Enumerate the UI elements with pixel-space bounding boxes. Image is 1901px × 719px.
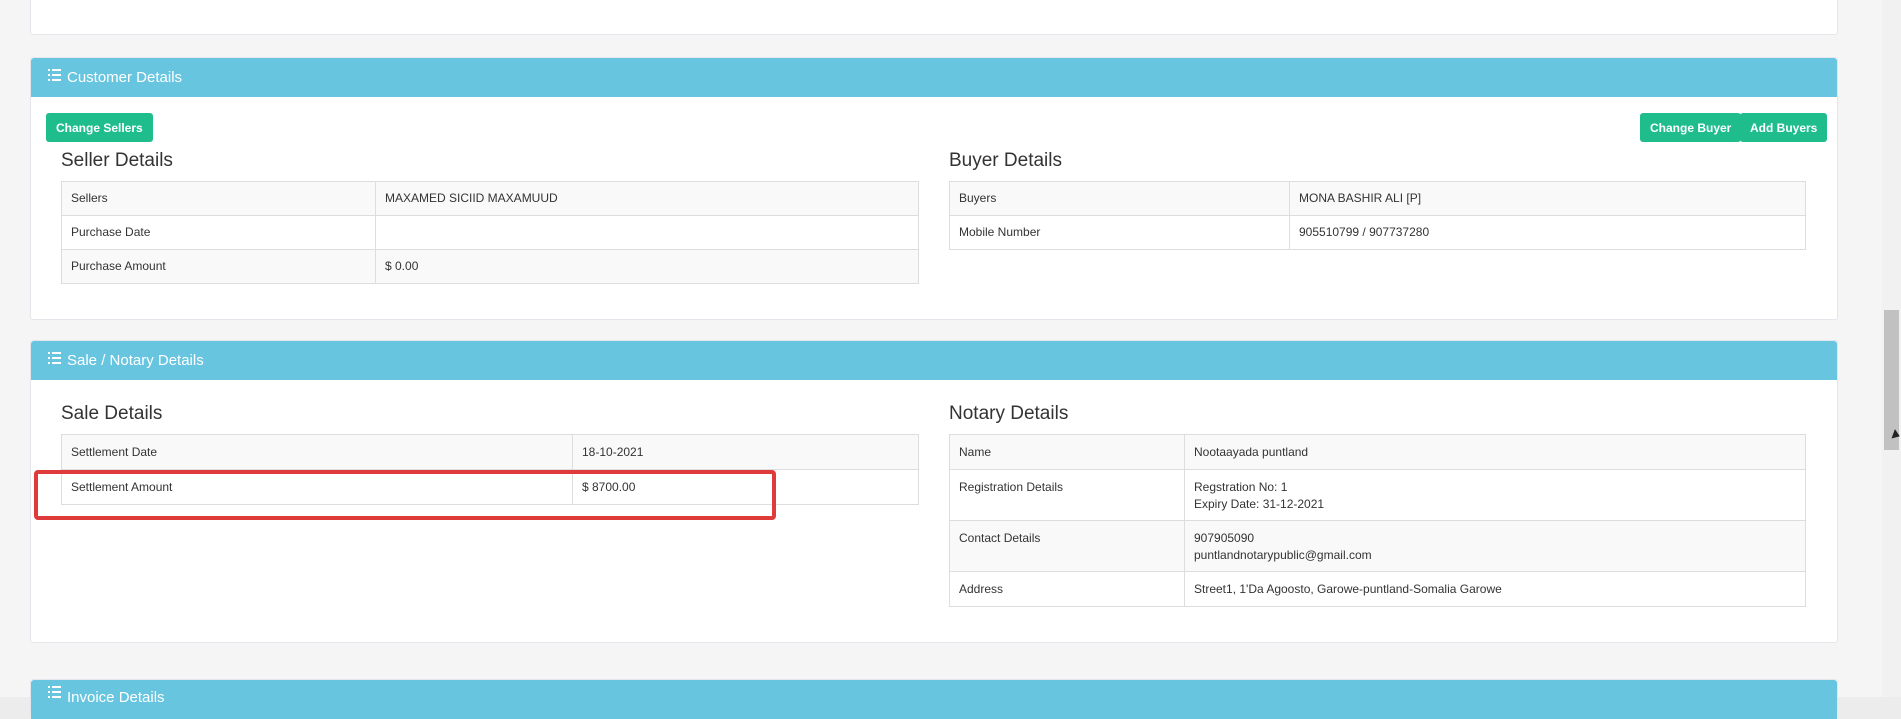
- list-icon: [48, 686, 61, 698]
- sale-notary-heading: Sale / Notary Details: [31, 341, 1837, 380]
- table-row: Buyers MONA BASHIR ALI [P]: [949, 181, 1806, 216]
- buyer-details-table: Buyers MONA BASHIR ALI [P] Mobile Number…: [949, 181, 1806, 250]
- row-value: $ 0.00: [375, 249, 919, 284]
- table-row: Name Nootaayada puntland: [949, 434, 1806, 470]
- add-buyers-button[interactable]: Add Buyers: [1740, 113, 1828, 142]
- list-icon: [48, 68, 61, 81]
- table-row: Mobile Number 905510799 / 907737280: [949, 215, 1806, 250]
- table-row: Registration Details Regstration No: 1 E…: [949, 469, 1806, 521]
- value-line: puntlandnotarypublic@gmail.com: [1194, 548, 1372, 562]
- row-label: Purchase Date: [61, 215, 376, 250]
- row-value: 905510799 / 907737280: [1289, 215, 1806, 250]
- change-buyer-button[interactable]: Change Buyer: [1640, 113, 1742, 142]
- row-label: Registration Details: [949, 469, 1185, 521]
- row-label: Address: [949, 571, 1185, 607]
- row-label: Buyers: [949, 181, 1290, 216]
- notary-details-title: Notary Details: [949, 403, 1069, 424]
- row-value: Nootaayada puntland: [1184, 434, 1806, 470]
- sale-details-title: Sale Details: [61, 403, 163, 424]
- table-row: Purchase Amount $ 0.00: [61, 249, 919, 284]
- table-row: Sellers MAXAMED SICIID MAXAMUUD: [61, 181, 919, 216]
- previous-panel: [30, 0, 1838, 35]
- highlight-box: [34, 470, 776, 520]
- panel-title: Sale / Notary Details: [67, 352, 204, 369]
- notary-details-table: Name Nootaayada puntland Registration De…: [949, 434, 1806, 607]
- row-label: Name: [949, 434, 1185, 470]
- table-row: Contact Details 907905090 puntlandnotary…: [949, 520, 1806, 572]
- invoice-details-heading: Invoice Details: [31, 680, 1837, 719]
- seller-details-table: Sellers MAXAMED SICIID MAXAMUUD Purchase…: [61, 181, 919, 284]
- panel-title: Invoice Details: [67, 689, 165, 706]
- seller-details-title: Seller Details: [61, 150, 173, 171]
- table-row: Settlement Date 18-10-2021: [61, 434, 919, 470]
- row-value: Street1, 1'Da Agoosto, Garowe-puntland-S…: [1184, 571, 1806, 607]
- row-value: 907905090 puntlandnotarypublic@gmail.com: [1184, 520, 1806, 572]
- row-label: Sellers: [61, 181, 376, 216]
- change-sellers-button[interactable]: Change Sellers: [46, 113, 153, 142]
- list-icon: [48, 351, 61, 364]
- value-line: Regstration No: 1: [1194, 480, 1288, 494]
- row-value: MONA BASHIR ALI [P]: [1289, 181, 1806, 216]
- value-line: 907905090: [1194, 531, 1255, 545]
- page: Customer Details Change Sellers Change B…: [0, 0, 1882, 719]
- row-value: Regstration No: 1 Expiry Date: 31-12-202…: [1184, 469, 1806, 521]
- row-value: [375, 215, 919, 250]
- customer-details-heading: Customer Details: [31, 58, 1837, 97]
- row-label: Mobile Number: [949, 215, 1290, 250]
- buyer-details-title: Buyer Details: [949, 150, 1062, 171]
- table-row: Purchase Date: [61, 215, 919, 250]
- value-line: Nootaayada puntland: [1194, 445, 1309, 459]
- row-label: Purchase Amount: [61, 249, 376, 284]
- row-label: Settlement Date: [61, 434, 573, 470]
- row-value: MAXAMED SICIID MAXAMUUD: [375, 181, 919, 216]
- value-line: Expiry Date: 31-12-2021: [1194, 497, 1325, 511]
- row-label: Contact Details: [949, 520, 1185, 572]
- table-row: Address Street1, 1'Da Agoosto, Garowe-pu…: [949, 571, 1806, 607]
- customer-details-panel: Customer Details Change Sellers Change B…: [30, 57, 1838, 320]
- invoice-details-panel: Invoice Details: [30, 679, 1838, 719]
- row-value: 18-10-2021: [572, 434, 919, 470]
- panel-title: Customer Details: [67, 69, 183, 86]
